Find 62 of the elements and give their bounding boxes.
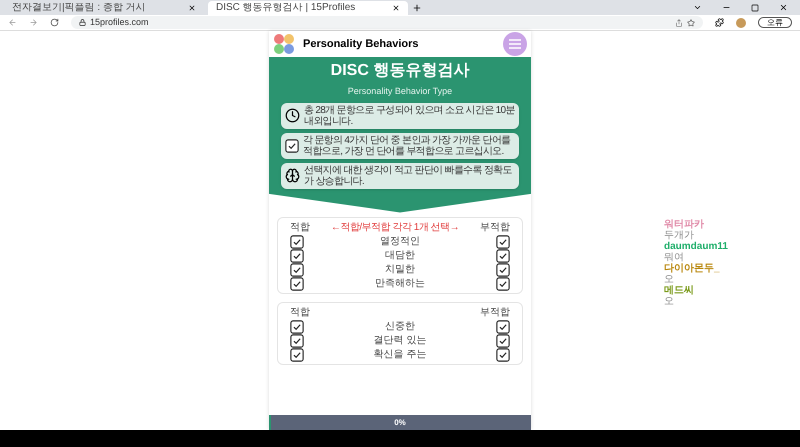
close-icon[interactable] <box>188 4 196 12</box>
best-checkbox[interactable] <box>290 334 304 348</box>
chat-message: 오 <box>664 296 675 307</box>
bookmark-icon[interactable] <box>687 18 695 26</box>
best-checkbox[interactable] <box>290 276 304 290</box>
back-icon[interactable] <box>8 18 17 27</box>
avatar-icon[interactable] <box>736 18 746 28</box>
best-checkbox[interactable] <box>290 248 304 262</box>
chat-message: 오 <box>664 274 675 285</box>
worst-label: 부적합 <box>480 306 510 320</box>
info-text: 총 28개 문항으로 구성되어 있으며 소요 시간은 10분 내외입니다. <box>304 104 515 126</box>
close-window-icon[interactable] <box>779 3 788 12</box>
selection-hint: ←적합/부적합 각각 1개 선택→ <box>330 220 460 234</box>
info-text: 각 문항의 4가지 단어 중 본인과 가장 가까운 단어를 적합으로, 가장 먼 단어를 부적합으로 고르십시오. <box>303 134 512 156</box>
info-text: 선택지에 대한 생각이 적고 판단이 빠를수록 정확도가 상승합니다. <box>304 164 513 186</box>
extensions-icon[interactable] <box>715 18 724 27</box>
worst-checkbox[interactable] <box>496 234 510 248</box>
option-word: 신중한 <box>385 320 415 334</box>
option-word: 확신을 주는 <box>374 348 426 362</box>
option-word: 만족해하는 <box>375 277 425 291</box>
worst-label: 부적합 <box>480 220 510 234</box>
chat-message: 두개가 <box>664 230 695 241</box>
worst-checkbox[interactable] <box>496 348 510 362</box>
menu-icon <box>509 39 521 49</box>
lock-icon <box>79 19 86 26</box>
chat-username: 메드씨 <box>664 285 695 296</box>
close-icon[interactable] <box>392 4 400 12</box>
worst-checkbox[interactable] <box>496 334 510 348</box>
clover-logo-icon <box>273 33 295 55</box>
worst-checkbox[interactable] <box>496 320 510 334</box>
best-checkbox[interactable] <box>290 348 304 362</box>
share-icon[interactable] <box>675 18 683 26</box>
page-subtitle: Personality Behavior Type <box>348 85 452 98</box>
profile-button[interactable]: 오류 <box>758 17 792 28</box>
chat-username: 워터파카 <box>664 219 705 230</box>
best-checkbox[interactable] <box>290 320 304 334</box>
option-word: 치밀한 <box>385 263 415 277</box>
worst-checkbox[interactable] <box>496 262 510 276</box>
new-tab-icon[interactable] <box>412 3 422 13</box>
best-label: 적합 <box>290 220 310 234</box>
brand-name: Personality Behaviors <box>303 36 420 52</box>
option-word: 열정적인 <box>380 235 420 249</box>
url-text: 15profiles.com <box>90 18 149 27</box>
option-word: 대담한 <box>385 249 415 263</box>
checkbox-icon[interactable] <box>285 138 299 152</box>
tab-search-icon[interactable] <box>693 3 702 12</box>
address-bar[interactable]: 15profiles.com <box>71 16 703 29</box>
best-checkbox[interactable] <box>290 234 304 248</box>
worst-checkbox[interactable] <box>496 276 510 290</box>
chat-username: 다이아몬두_ <box>664 263 721 274</box>
reload-icon[interactable] <box>50 18 59 27</box>
page-title: DISC 행동유형검사 <box>330 61 470 81</box>
clock-icon <box>285 108 300 123</box>
restore-icon[interactable] <box>751 4 759 12</box>
chat-username: daumdaum11 <box>664 241 728 252</box>
forward-icon[interactable] <box>29 18 38 27</box>
chat-message: 뭐여 <box>664 252 685 263</box>
option-word: 결단력 있는 <box>374 334 426 348</box>
worst-checkbox[interactable] <box>496 248 510 262</box>
best-checkbox[interactable] <box>290 262 304 276</box>
best-label: 적합 <box>290 306 310 320</box>
progress-reading: 0% <box>393 416 407 428</box>
